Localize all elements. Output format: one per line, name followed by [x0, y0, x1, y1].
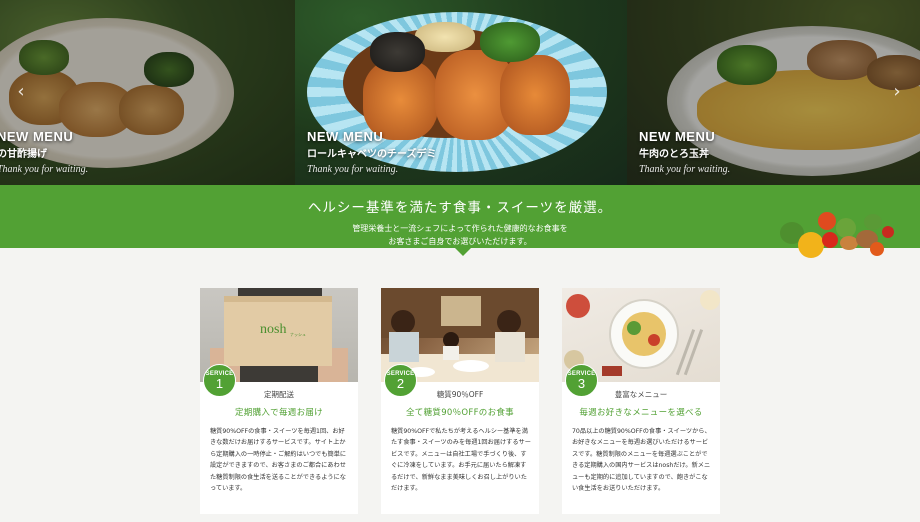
slide-thanks: Thank you for waiting. — [0, 164, 89, 175]
banner-pointer — [455, 248, 471, 256]
box-logo-sub: ナッシュ — [290, 332, 306, 337]
chevron-left-icon[interactable]: ‹ — [14, 82, 28, 102]
hero-slider: NEW MENU の甘酢揚げ Thank you for waiting. NE… — [0, 0, 920, 185]
slide-tag: NEW MENU — [0, 129, 74, 144]
slide-tag: NEW MENU — [639, 129, 716, 144]
service-card-2: SERVICE 2 糖質90％OFF 全て糖質90％OFFのお食事 糖質90%O… — [381, 288, 539, 514]
food-piece — [500, 55, 570, 135]
card-label: 糖質90％OFF — [436, 390, 484, 399]
card-title: 毎週お好きなメニューを選べる — [579, 408, 703, 418]
food-piece — [480, 22, 540, 62]
service-card-1: nosh ナッシュ SERVICE 1 定期配送 定期購入で毎週お届け 糖質90… — [200, 288, 358, 514]
vegetables-illustration — [770, 206, 900, 262]
slide-thanks: Thank you for waiting. — [639, 164, 731, 175]
service-card-3: SERVICE 3 豊富なメニュー 毎週お好きなメニューを選べる 70品以上の糖… — [562, 288, 720, 514]
card-label: 豊富なメニュー — [614, 390, 668, 399]
card-title: 全て糖質90％OFFのお食事 — [406, 408, 514, 418]
card-body: 糖質90%OFFで私たちが考えるヘルシー基準を満たす食事・スイーツのみを毎週1回… — [391, 428, 531, 493]
hero-slide-3[interactable]: NEW MENU 牛肉のとろ玉丼 Thank you for waiting. — [627, 0, 920, 185]
slide-thanks: Thank you for waiting. — [307, 164, 399, 175]
card-title: 定期購入で毎週お届け — [234, 408, 323, 418]
food-piece — [370, 32, 425, 72]
slide-dish-name: 牛肉のとろ玉丼 — [639, 149, 709, 160]
card-body: 70品以上の糖質90%OFFの食事・スイーツから、お好きなメニューを毎週お選びい… — [572, 428, 711, 493]
slide-dish-name: ロールキャベツのチーズデミ — [307, 149, 437, 160]
card-body: 糖質90%OFFの食事・スイーツを毎週1回、お好きな数だけお届けするサービスです… — [210, 428, 347, 493]
hero-slide-2[interactable]: NEW MENU ロールキャベツのチーズデミ Thank you for wai… — [295, 0, 627, 185]
slide-caption: NEW MENU の甘酢揚げ Thank you for waiting. — [0, 129, 88, 175]
slide-caption: NEW MENU ロールキャベツのチーズデミ Thank you for wai… — [307, 129, 437, 175]
slide-caption: NEW MENU 牛肉のとろ玉丼 Thank you for waiting. — [639, 129, 730, 175]
slide-tag: NEW MENU — [307, 129, 384, 144]
food-piece — [363, 60, 438, 140]
card-label: 定期配送 — [264, 390, 294, 399]
box-logo: nosh — [260, 322, 287, 337]
chevron-right-icon[interactable]: › — [890, 82, 904, 102]
slide-dish-name: の甘酢揚げ — [0, 149, 47, 160]
hero-slide-1[interactable]: NEW MENU の甘酢揚げ Thank you for waiting. — [0, 0, 295, 185]
